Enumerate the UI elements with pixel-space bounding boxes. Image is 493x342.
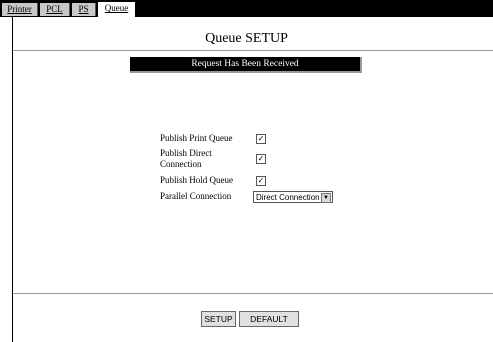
tab-ps[interactable]: PS xyxy=(72,3,96,16)
chevron-down-icon: ▼ xyxy=(321,193,331,203)
publish-direct-connection-checkbox[interactable]: ✓ xyxy=(256,154,266,164)
setup-button[interactable]: SETUP xyxy=(201,311,236,327)
parallel-connection-value: Direct Connection xyxy=(256,193,320,202)
bottom-divider xyxy=(13,293,493,294)
top-divider xyxy=(13,50,493,51)
publish-print-queue-checkbox[interactable]: ✓ xyxy=(256,134,266,144)
tab-pcl[interactable]: PCL xyxy=(40,3,70,16)
publish-hold-queue-label: Publish Hold Queue xyxy=(160,175,233,185)
tab-bar: Printer PCL PS Queue xyxy=(0,0,493,17)
tab-printer[interactable]: Printer xyxy=(2,3,38,16)
publish-print-queue-label: Publish Print Queue xyxy=(160,133,233,143)
publish-hold-queue-checkbox[interactable]: ✓ xyxy=(256,176,266,186)
default-button[interactable]: DEFAULT xyxy=(239,311,299,327)
publish-direct-label-line2: Connection xyxy=(160,159,202,169)
publish-direct-label-line1: Publish Direct xyxy=(160,148,212,158)
publish-direct-connection-label: Publish Direct Connection xyxy=(160,148,212,170)
page-title: Queue SETUP xyxy=(205,31,288,46)
status-message: Request Has Been Received xyxy=(130,57,362,73)
parallel-connection-label: Parallel Connection xyxy=(160,191,232,201)
tab-queue[interactable]: Queue xyxy=(98,2,136,17)
parallel-connection-select[interactable]: Direct Connection ▼ xyxy=(253,191,333,203)
